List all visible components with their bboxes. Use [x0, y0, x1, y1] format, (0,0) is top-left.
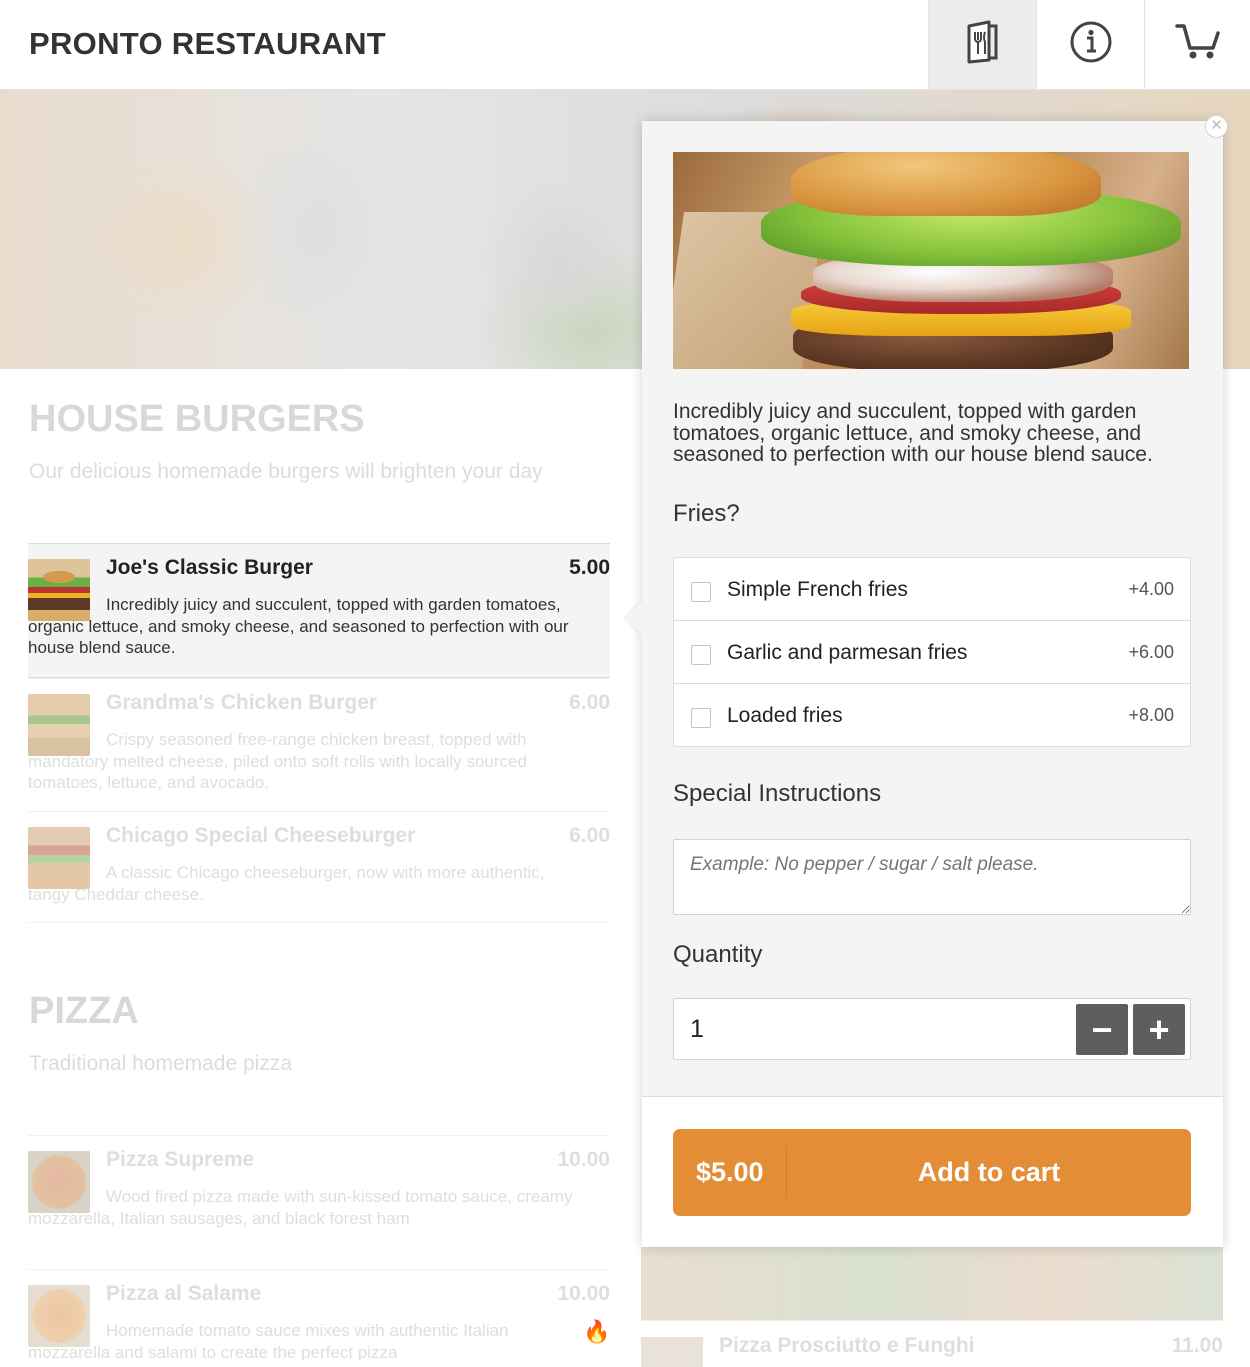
item-thumbnail [641, 1337, 703, 1367]
category-title: HOUSE BURGERS [29, 398, 365, 440]
item-thumbnail [28, 1151, 90, 1213]
item-name: Pizza Supreme [106, 1148, 255, 1171]
option-label: Loaded fries [727, 704, 843, 727]
top-bar: PRONTO RESTAURANT [0, 0, 1250, 90]
item-price: 5.00 [569, 556, 610, 579]
add-to-cart-button[interactable]: $5.00 Add to cart [673, 1129, 1191, 1216]
decrease-quantity-button[interactable]: − [1076, 1004, 1128, 1055]
add-to-cart-label: Add to cart [917, 1157, 1061, 1187]
item-description: Incredibly juicy and succulent, topped w… [673, 400, 1153, 466]
item-photo [673, 152, 1189, 369]
plus-icon: + [1148, 1008, 1170, 1050]
close-button[interactable]: ✕ [1205, 115, 1228, 138]
close-icon: ✕ [1210, 117, 1223, 134]
item-price: 6.00 [569, 824, 610, 847]
option-simple-fries[interactable]: Simple French fries +4.00 [674, 558, 1190, 621]
option-price: +4.00 [1128, 579, 1174, 599]
instructions-title: Special Instructions [673, 780, 882, 807]
restaurant-name: PRONTO RESTAURANT [29, 26, 387, 61]
menu-item-selected[interactable]: Joe's Classic Burger 5.00 Incredibly jui… [28, 543, 610, 678]
item-name: Chicago Special Cheeseburger [106, 824, 416, 847]
menu-item[interactable]: Grandma's Chicken Burger 6.00 Crispy sea… [28, 678, 610, 811]
item-price: 6.00 [569, 691, 610, 714]
menu-list: HOUSE BURGERS Our delicious homemade bur… [0, 369, 640, 1360]
item-thumbnail [28, 559, 90, 621]
nav-info-button[interactable] [1036, 0, 1144, 89]
popup-footer: $5.00 Add to cart [642, 1096, 1223, 1247]
option-label: Garlic and parmesan fries [727, 641, 968, 664]
options-list: Simple French fries +4.00 Garlic and par… [673, 557, 1191, 747]
category-description: Our delicious homemade burgers will brig… [29, 460, 543, 483]
category-banner [641, 1247, 1223, 1320]
quantity-stepper: 1 − + [673, 998, 1191, 1060]
item-name: Pizza al Salame [106, 1282, 262, 1305]
info-icon [1069, 20, 1113, 69]
minus-icon: − [1091, 1008, 1113, 1050]
item-thumbnail [28, 827, 90, 889]
options-title: Fries? [673, 500, 740, 527]
item-price: 11.00 [1171, 1334, 1223, 1357]
menu-book-icon [965, 20, 1001, 69]
item-options-popup: ✕ Incredibly juicy and succulent, topped… [625, 115, 1228, 1247]
option-garlic-fries[interactable]: Garlic and parmesan fries +6.00 [674, 621, 1190, 684]
special-instructions-input[interactable] [673, 839, 1191, 915]
item-name: Pizza Prosciutto e Funghi [719, 1334, 975, 1357]
item-price: 10.00 [557, 1148, 610, 1171]
item-name: Joe's Classic Burger [106, 556, 313, 579]
checkbox[interactable] [691, 645, 711, 665]
item-thumbnail [28, 694, 90, 756]
item-thumbnail [28, 1285, 90, 1347]
menu-item[interactable]: Pizza Prosciutto e Funghi 11.00 [641, 1320, 1223, 1367]
total-price: $5.00 [696, 1157, 764, 1187]
option-label: Simple French fries [727, 578, 908, 601]
menu-item[interactable]: Pizza al Salame 10.00 Homemade tomato sa… [28, 1269, 610, 1360]
cart-icon [1174, 22, 1221, 67]
checkbox[interactable] [691, 582, 711, 602]
nav-cart-button[interactable] [1144, 0, 1250, 89]
checkbox[interactable] [691, 708, 711, 728]
category-description: Traditional homemade pizza [29, 1052, 293, 1075]
menu-item[interactable]: Chicago Special Cheeseburger 6.00 A clas… [28, 811, 610, 923]
quantity-input[interactable]: 1 [690, 1015, 704, 1044]
option-price: +6.00 [1128, 642, 1174, 662]
spicy-icon: 🔥 [583, 1319, 611, 1344]
category-title: PIZZA [29, 990, 139, 1032]
menu-item[interactable]: Pizza Supreme 10.00 Wood fired pizza mad… [28, 1135, 610, 1269]
quantity-title: Quantity [673, 941, 763, 968]
item-price: 10.00 [557, 1282, 610, 1305]
option-loaded-fries[interactable]: Loaded fries +8.00 [674, 684, 1190, 747]
item-name: Grandma's Chicken Burger [106, 691, 378, 714]
increase-quantity-button[interactable]: + [1133, 1004, 1185, 1055]
nav-menu-button[interactable] [928, 0, 1036, 89]
option-price: +8.00 [1128, 705, 1174, 725]
